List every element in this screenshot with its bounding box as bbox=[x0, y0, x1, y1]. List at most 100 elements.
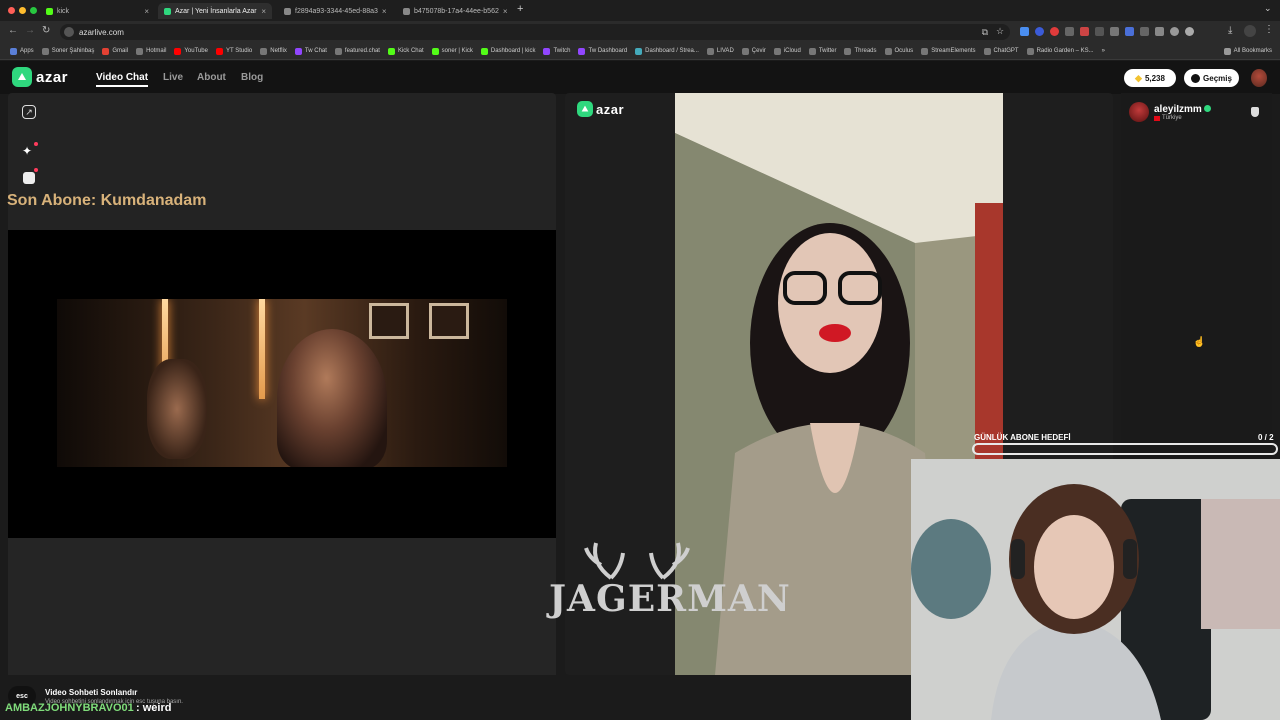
daily-goal-count: 0 / 2 bbox=[1258, 433, 1274, 442]
azar-logo-icon bbox=[577, 101, 593, 117]
sticker-icon[interactable] bbox=[23, 172, 35, 184]
bookmark-label: Kick Chat bbox=[397, 48, 424, 54]
browser-menu-icon[interactable]: ⋮ bbox=[1264, 24, 1274, 35]
bookmark-item[interactable]: StreamElements bbox=[921, 47, 976, 55]
chat-message: : weird bbox=[136, 702, 172, 714]
reload-icon[interactable]: ↻ bbox=[42, 25, 50, 36]
browser-tab[interactable]: b475078b-17a4-44ee-b562 × bbox=[397, 3, 509, 19]
globe-icon bbox=[334, 47, 342, 55]
page-favicon-icon bbox=[403, 7, 410, 15]
extension-icon[interactable] bbox=[1185, 27, 1194, 36]
bookmark-item[interactable]: Soner Şahinbaş bbox=[41, 47, 95, 55]
new-tab-button[interactable]: + bbox=[517, 3, 523, 15]
maximize-window-button[interactable] bbox=[30, 7, 37, 14]
bookmark-item[interactable]: Tw Dashboard bbox=[578, 47, 628, 55]
close-tab-icon[interactable]: × bbox=[382, 7, 387, 16]
extensions-area bbox=[1020, 27, 1194, 36]
streamer-webcam bbox=[911, 459, 1280, 720]
bookmark-item[interactable]: ChatGPT bbox=[983, 47, 1019, 55]
browser-tab[interactable]: kick × bbox=[40, 3, 155, 19]
extension-icon[interactable] bbox=[1050, 27, 1059, 36]
user-avatar[interactable] bbox=[1251, 69, 1267, 87]
azar-logo-text: azar bbox=[596, 101, 625, 117]
bookmark-item[interactable]: soner | Kick bbox=[431, 47, 473, 55]
extension-icon[interactable] bbox=[1140, 27, 1149, 36]
bookmark-item[interactable]: Twitter bbox=[808, 47, 837, 55]
extension-icon[interactable] bbox=[1065, 27, 1074, 36]
bookmark-label: Tw Dashboard bbox=[588, 48, 628, 54]
nav-live[interactable]: Live bbox=[163, 72, 183, 83]
bookmark-item[interactable]: Kick Chat bbox=[387, 47, 424, 55]
close-tab-icon[interactable]: × bbox=[144, 7, 149, 16]
extension-icon[interactable] bbox=[1020, 27, 1029, 36]
extension-icon[interactable] bbox=[1110, 27, 1119, 36]
chat-username: AMBAZJOHNYBRAVO01 bbox=[5, 702, 134, 714]
bookmark-item[interactable]: Netflix bbox=[260, 47, 287, 55]
azar-logo[interactable]: azar bbox=[12, 67, 68, 87]
bookmark-label: Apps bbox=[20, 48, 34, 54]
extension-icon[interactable] bbox=[1035, 27, 1044, 36]
bookmark-star-icon[interactable]: ☆ bbox=[996, 26, 1004, 37]
close-tab-icon[interactable]: × bbox=[261, 7, 266, 16]
profile-avatar[interactable] bbox=[1244, 25, 1256, 37]
extension-icon[interactable] bbox=[1095, 27, 1104, 36]
url-text: azarlive.com bbox=[79, 27, 124, 37]
extension-icon[interactable] bbox=[1080, 27, 1089, 36]
end-chat-title: Video Sohbeti Sonlandır bbox=[45, 688, 138, 697]
browser-tab[interactable]: f2894a93-3344-45ed-88a3 × bbox=[278, 3, 390, 19]
nav-video-chat[interactable]: Video Chat bbox=[96, 72, 149, 87]
bookmark-item[interactable]: Hotmail bbox=[136, 47, 166, 55]
bookmark-item[interactable]: YT Studio bbox=[215, 47, 252, 55]
close-tab-icon[interactable]: × bbox=[503, 7, 508, 16]
effects-sparkle-icon[interactable]: ✦ bbox=[22, 144, 32, 158]
gem-icon: ◆ bbox=[1135, 72, 1142, 83]
back-arrow-icon[interactable]: ← bbox=[8, 25, 18, 36]
tab-search-icon[interactable]: ⌄ bbox=[1264, 3, 1272, 14]
gems-button[interactable]: ◆ 5,238 bbox=[1124, 69, 1176, 87]
download-icon[interactable]: ⤓ bbox=[1228, 25, 1232, 36]
extension-icon[interactable] bbox=[1170, 27, 1179, 36]
bookmark-item[interactable]: Oculus bbox=[884, 47, 914, 55]
address-bar[interactable]: azarlive.com ⧉ bbox=[60, 24, 1010, 40]
bookmark-label: Threads bbox=[854, 48, 877, 54]
tab-title: f2894a93-3344-45ed-88a3 bbox=[295, 7, 378, 15]
bookmark-item[interactable]: featured.chat bbox=[334, 47, 380, 55]
bookmark-item[interactable]: iCloud bbox=[773, 47, 801, 55]
install-app-icon[interactable]: ⧉ bbox=[982, 27, 988, 38]
youtube-icon bbox=[174, 47, 182, 55]
bookmark-item[interactable]: YouTube bbox=[174, 47, 208, 55]
bookmark-label: Twitter bbox=[818, 48, 837, 54]
bookmark-item[interactable]: Dashboard / Strea... bbox=[635, 47, 699, 55]
browser-tab-active[interactable]: Azar | Yeni İnsanlarla Azar × bbox=[158, 3, 272, 19]
bookmark-item[interactable]: Twitch bbox=[543, 47, 570, 55]
video-content bbox=[57, 299, 507, 467]
bookmarks-overflow[interactable]: » bbox=[1102, 48, 1105, 54]
all-bookmarks[interactable]: All Bookmarks bbox=[1223, 47, 1272, 55]
bookmark-label: Gmail bbox=[112, 48, 129, 54]
gmail-icon bbox=[102, 47, 110, 55]
panel-lower-area bbox=[8, 538, 556, 675]
bookmark-item[interactable]: Çevir bbox=[741, 47, 766, 55]
bookmark-item[interactable]: Dashboard | kick bbox=[480, 47, 535, 55]
extension-icon[interactable] bbox=[1125, 27, 1134, 36]
history-button[interactable]: Geçmiş bbox=[1184, 69, 1239, 87]
partner-avatar[interactable] bbox=[1129, 102, 1149, 122]
bookmark-item[interactable]: LIVAD bbox=[706, 47, 734, 55]
nav-about[interactable]: About bbox=[197, 72, 226, 83]
nav-blog[interactable]: Blog bbox=[241, 72, 263, 83]
bookmark-label: Oculus bbox=[894, 48, 914, 54]
bookmark-item[interactable]: Radio Garden – KS... bbox=[1026, 47, 1094, 55]
expand-icon[interactable]: ↗ bbox=[22, 105, 36, 119]
bookmark-item[interactable]: Gmail bbox=[102, 47, 129, 55]
bookmark-label: Soner Şahinbaş bbox=[51, 48, 95, 54]
report-shield-icon[interactable] bbox=[1251, 107, 1259, 117]
bookmark-item[interactable]: Threads bbox=[844, 47, 877, 55]
close-window-button[interactable] bbox=[8, 7, 15, 14]
bookmark-item[interactable]: Tw Chat bbox=[294, 47, 327, 55]
site-info-icon[interactable] bbox=[64, 27, 74, 37]
puzzle-extensions-icon[interactable] bbox=[1155, 27, 1164, 36]
forward-arrow-icon[interactable]: → bbox=[25, 25, 35, 36]
bookmark-item[interactable]: Apps bbox=[10, 47, 34, 55]
minimize-window-button[interactable] bbox=[19, 7, 26, 14]
globe-icon bbox=[773, 47, 781, 55]
